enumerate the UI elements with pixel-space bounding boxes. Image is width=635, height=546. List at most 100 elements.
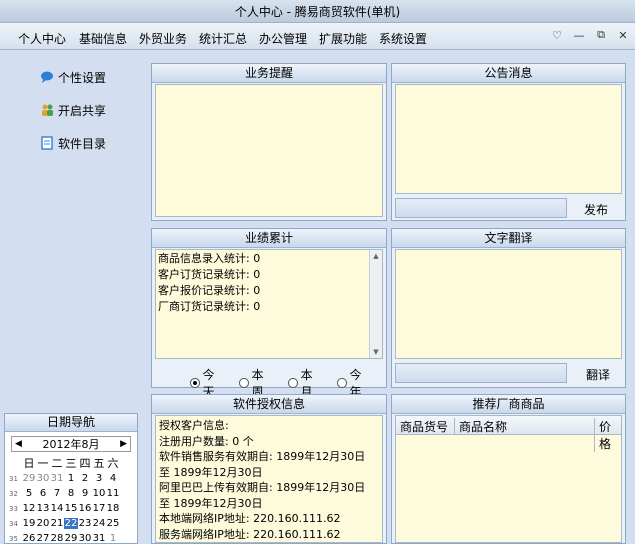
weekday: 六 <box>107 457 119 470</box>
month-label: 2012年8月 <box>42 438 100 451</box>
weekday-header: 日 一 二 三 四 五 六 <box>22 455 135 471</box>
restore-icon[interactable]: ⧉ <box>593 28 609 42</box>
minimize-icon[interactable]: — <box>571 28 587 42</box>
calendar-day[interactable]: 13 <box>36 503 50 514</box>
calendar-day[interactable]: 31 <box>50 473 64 484</box>
publish-button[interactable]: 发布 <box>584 201 608 218</box>
sidebar-item-label: 个性设置 <box>58 70 107 85</box>
calendar-day[interactable]: 17 <box>92 503 106 514</box>
calendar-day[interactable]: 20 <box>36 518 50 529</box>
calendar-day[interactable]: 10 <box>92 488 106 499</box>
date-navigation-panel: 日期导航 ◀ 2012年8月 ▶ 日 一 二 三 四 五 六 31 29 30 31 1… <box>4 413 138 544</box>
calendar-week-row: 32 5 6 7 8 9 10 11 <box>9 486 137 501</box>
users-icon <box>42 104 53 116</box>
calendar-day[interactable]: 1 <box>64 473 78 484</box>
license-panel: 软件授权信息 授权客户信息: 注册用户数量: 0 个 软件销售服务有效期自: 1… <box>151 394 387 544</box>
recommend-panel: 推荐厂商商品 商品货号 商品名称 价格 <box>391 394 626 544</box>
calendar-day[interactable]: 23 <box>78 518 92 529</box>
radio-dot <box>190 378 200 388</box>
sidebar-item-personal-settings[interactable]: 个性设置 <box>40 68 106 86</box>
calendar-day[interactable]: 9 <box>78 488 92 499</box>
window-title: 个人中心 - 腾易商贸软件(单机) <box>234 5 401 19</box>
scroll-up-icon[interactable]: ▲ <box>370 250 382 262</box>
stat-line: 客户报价记录统计: 0 <box>158 284 261 297</box>
calendar-day[interactable]: 7 <box>50 488 64 499</box>
calendar-day[interactable]: 29 <box>64 533 78 544</box>
recommend-table: 商品货号 商品名称 价格 <box>395 415 622 543</box>
chevron-down-icon[interactable]: ♡ <box>549 28 565 42</box>
menu-bar: 个人中心 基础信息 外贸业务 统计汇总 办公管理 扩展功能 系统设置 ♡ — ⧉… <box>0 23 635 50</box>
translate-content[interactable] <box>395 249 622 359</box>
column-header-price[interactable]: 价格 <box>594 418 621 452</box>
prev-month-icon[interactable]: ◀ <box>15 439 22 449</box>
next-month-icon[interactable]: ▶ <box>120 439 127 449</box>
stats-scrollbar[interactable]: ▲ ▼ <box>369 250 382 358</box>
license-line: 授权客户信息: <box>159 419 229 432</box>
calendar-day[interactable]: 25 <box>106 518 120 529</box>
panel-title: 业务提醒 <box>152 64 386 83</box>
stat-line: 厂商订货记录统计: 0 <box>158 300 261 313</box>
menu-extensions[interactable]: 扩展功能 <box>319 30 367 47</box>
calendar-day[interactable]: 15 <box>64 503 78 514</box>
week-number: 35 <box>9 534 18 543</box>
menu-personal-center[interactable]: 个人中心 <box>18 30 66 47</box>
translate-button[interactable]: 翻译 <box>586 366 610 383</box>
calendar-day[interactable]: 26 <box>22 533 36 544</box>
calendar-week-row: 33 12 13 14 15 16 17 18 <box>9 501 137 516</box>
calendar-day[interactable]: 19 <box>22 518 36 529</box>
menu-system-settings[interactable]: 系统设置 <box>379 30 427 47</box>
stat-line: 商品信息录入统计: 0 <box>158 252 261 265</box>
calendar-day[interactable]: 12 <box>22 503 36 514</box>
column-header-name[interactable]: 商品名称 <box>454 418 507 435</box>
notice-panel: 公告消息 发布 <box>391 63 626 221</box>
calendar-day[interactable]: 30 <box>78 533 92 544</box>
title-bar: 个人中心 - 腾易商贸软件(单机) <box>0 0 635 23</box>
sidebar-item-label: 软件目录 <box>58 136 107 151</box>
menu-foreign-trade[interactable]: 外贸业务 <box>139 30 187 47</box>
calendar-day[interactable]: 6 <box>36 488 50 499</box>
license-line: 注册用户数量: 0 个 <box>159 434 254 448</box>
week-number: 33 <box>9 504 18 513</box>
panel-title: 日期导航 <box>5 414 137 432</box>
stat-line: 客户订货记录统计: 0 <box>158 268 261 281</box>
notice-input[interactable] <box>395 198 567 218</box>
calendar-day[interactable]: 8 <box>64 488 78 499</box>
weekday: 五 <box>93 457 105 470</box>
calendar-day[interactable]: 5 <box>22 488 36 499</box>
sidebar-item-label: 开启共享 <box>58 103 107 118</box>
calendar-day[interactable]: 21 <box>50 518 64 529</box>
translate-input[interactable] <box>395 363 567 383</box>
business-reminder-panel: 业务提醒 <box>151 63 387 221</box>
menu-statistics[interactable]: 统计汇总 <box>199 30 247 47</box>
menu-office[interactable]: 办公管理 <box>259 30 307 47</box>
week-number: 34 <box>9 519 18 528</box>
calendar-day[interactable]: 16 <box>78 503 92 514</box>
calendar-day[interactable]: 4 <box>106 473 120 484</box>
calendar-day[interactable]: 31 <box>92 533 106 544</box>
close-icon[interactable]: ✕ <box>615 28 631 42</box>
sidebar-item-software-directory[interactable]: 软件目录 <box>40 134 106 152</box>
table-header: 商品货号 商品名称 价格 <box>396 416 621 452</box>
chat-bubble-icon <box>41 71 53 83</box>
sidebar-item-enable-sharing[interactable]: 开启共享 <box>40 101 106 119</box>
calendar-day[interactable]: 24 <box>92 518 106 529</box>
calendar-day[interactable]: 1 <box>106 533 120 544</box>
scroll-down-icon[interactable]: ▼ <box>370 346 382 358</box>
calendar-day[interactable]: 14 <box>50 503 64 514</box>
calendar-day[interactable]: 2 <box>78 473 92 484</box>
calendar-grid: 31 29 30 31 1 2 3 4 32 5 6 7 8 9 10 11 33 12 13 14 15 16 17 18 3… <box>9 471 137 546</box>
calendar-day-selected[interactable]: 22 <box>64 518 78 529</box>
calendar-day[interactable]: 29 <box>22 473 36 484</box>
column-header-sku[interactable]: 商品货号 <box>400 418 448 435</box>
calendar-day[interactable]: 3 <box>92 473 106 484</box>
calendar-day[interactable]: 18 <box>106 503 120 514</box>
weekday: 二 <box>51 457 63 470</box>
translate-panel: 文字翻译 翻译 <box>391 228 626 388</box>
menu-basic-info[interactable]: 基础信息 <box>79 30 127 47</box>
weekday: 四 <box>79 457 91 470</box>
calendar-day[interactable]: 27 <box>36 533 50 544</box>
weekday: 一 <box>37 457 49 470</box>
calendar-day[interactable]: 30 <box>36 473 50 484</box>
calendar-day[interactable]: 11 <box>106 488 120 499</box>
calendar-day[interactable]: 28 <box>50 533 64 544</box>
